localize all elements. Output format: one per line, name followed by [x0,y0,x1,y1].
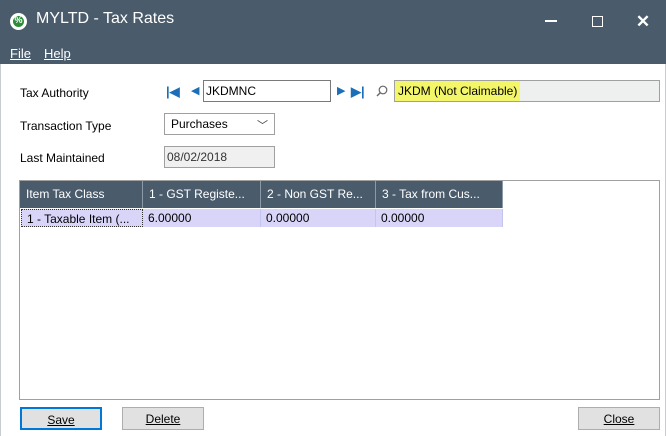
column-header-gst-registered[interactable]: 1 - GST Registe... [143,181,261,208]
table-row-cell-rate-3[interactable]: 0.00000 [376,209,503,227]
table-row-cell-class[interactable]: 1 - Taxable Item (... [21,209,143,227]
app-icon: % [10,13,27,30]
close-button-label: Close [603,412,635,426]
maximize-icon [591,15,603,27]
save-button[interactable]: Save [20,407,102,430]
save-button-label: Save [47,413,75,427]
close-window-button[interactable]: ✕ [620,0,666,42]
next-record-icon[interactable]: ▶ [337,86,345,97]
menu-bar: File Help [0,42,666,64]
table-row-cell-rate-2[interactable]: 0.00000 [261,209,376,227]
transaction-type-label: Transaction Type [20,119,112,133]
first-record-icon[interactable]: |◀ [166,85,180,98]
column-header-non-gst-registered[interactable]: 2 - Non GST Re... [261,181,376,208]
transaction-type-value: Purchases [171,117,228,131]
delete-button-label: Delete [145,412,181,426]
column-header-tax-from-customer[interactable]: 3 - Tax from Cus... [376,181,503,208]
close-button[interactable]: Close [578,407,660,430]
tax-authority-description-text: JKDM (Not Claimable) [395,81,521,101]
tax-rates-grid: Item Tax Class 1 - GST Registe... 2 - No… [19,180,660,400]
delete-button[interactable]: Delete [122,407,204,430]
close-icon: ✕ [635,11,651,31]
menu-file[interactable]: File [10,46,31,61]
last-maintained-label: Last Maintained [20,151,105,165]
column-header-item-tax-class[interactable]: Item Tax Class [20,181,143,208]
minimize-icon [545,20,557,22]
finder-search-icon[interactable] [376,85,388,97]
tax-authority-description: JKDM (Not Claimable) [394,80,660,102]
menu-help[interactable]: Help [44,46,71,61]
table-row-cell-rate-1[interactable]: 6.00000 [143,209,261,227]
previous-record-icon[interactable]: ◀ [191,86,199,97]
transaction-type-dropdown[interactable]: Purchases ﹀ [164,113,275,135]
tax-authority-label: Tax Authority [20,86,89,100]
tax-authority-input[interactable]: JKDMNC [203,80,331,102]
window-title: MYLTD - Tax Rates [36,10,175,27]
chevron-down-icon: ﹀ [257,120,268,132]
minimize-button[interactable] [528,0,574,42]
last-maintained-field: 08/02/2018 [164,146,275,168]
last-record-icon[interactable]: ▶| [351,85,365,98]
maximize-button[interactable] [574,0,620,42]
title-bar: % MYLTD - Tax Rates ✕ [0,0,666,42]
